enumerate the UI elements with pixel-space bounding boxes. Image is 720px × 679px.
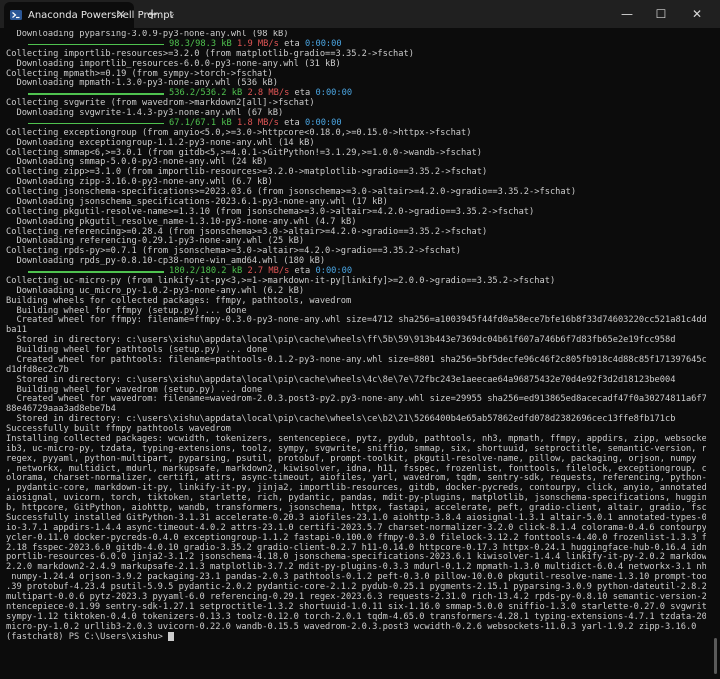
terminal-line: micro-py-1.0.2 urllib3-2.0.3 uvicorn-0.2…: [6, 621, 697, 632]
progress-speed: 2.7 MB/s: [247, 266, 290, 276]
progress-size: 180.2/180.2 kB: [169, 266, 243, 276]
scrollbar[interactable]: [713, 30, 717, 676]
progress-text: 67.1/67.1 kB 1.8 MB/s eta 0:00:00: [169, 117, 342, 129]
progress-eta: 0:00:00: [305, 117, 342, 128]
progress-text: 180.2/180.2 kB 2.7 MB/s eta 0:00:00: [169, 266, 353, 277]
progress-bar: [28, 122, 164, 125]
progress-bar: [28, 271, 164, 273]
progress-eta-label: eta: [284, 38, 300, 49]
tab-close-icon[interactable]: ✕: [114, 8, 128, 22]
progress-row: 536.2/536.2 kB 2.8 MB/s eta 0:00:00: [6, 88, 706, 99]
progress-eta-label: eta: [294, 266, 311, 276]
progress-eta: 0:00:00: [315, 88, 353, 99]
text-cursor: [168, 632, 175, 642]
terminal-window: Anaconda Powershell Prompt ✕ + ⌄ — ☐ ✕ D…: [0, 0, 720, 679]
progress-bar-fill: [28, 43, 164, 46]
terminal-line: Created wheel for pathtools: filename=pa…: [6, 354, 706, 365]
progress-bar: [28, 93, 164, 95]
progress-text: 98.3/98.3 kB 1.9 MB/s eta 0:00:00: [169, 38, 342, 50]
terminal-line: Downloading svgwrite-1.4.3-py3-none-any.…: [6, 108, 284, 118]
progress-speed: 2.8 MB/s: [247, 88, 290, 99]
progress-row: 180.2/180.2 kB 2.7 MB/s eta 0:00:00: [6, 266, 706, 277]
progress-speed: 1.8 MB/s: [237, 117, 279, 128]
scrollbar-thumb[interactable]: [714, 638, 717, 674]
progress-bar-fill: [28, 93, 164, 95]
tab-anaconda-powershell[interactable]: Anaconda Powershell Prompt ✕: [4, 2, 173, 28]
title-bar: Anaconda Powershell Prompt ✕ + ⌄ — ☐ ✕: [0, 0, 720, 28]
progress-row: 67.1/67.1 kB 1.8 MB/s eta 0:00:00: [6, 117, 706, 129]
close-button[interactable]: ✕: [680, 0, 714, 28]
terminal-line: Created wheel for ffmpy: filename=ffmpy-…: [6, 315, 706, 326]
progress-size: 98.3/98.3 kB: [169, 38, 232, 49]
progress-text: 536.2/536.2 kB 2.8 MB/s eta 0:00:00: [169, 88, 353, 99]
terminal-line: Downloading mpmath-1.3.0-py3-none-any.wh…: [6, 78, 278, 89]
progress-size: 536.2/536.2 kB: [169, 88, 243, 99]
tab-title: Anaconda Powershell Prompt: [28, 9, 174, 21]
progress-row: 98.3/98.3 kB 1.9 MB/s eta 0:00:00: [6, 38, 706, 50]
maximize-button[interactable]: ☐: [644, 0, 678, 28]
shell-prompt: (fastchat8) PS C:\Users\xishu>: [6, 632, 169, 643]
progress-eta-label: eta: [284, 117, 300, 128]
progress-bar-fill: [28, 271, 164, 273]
progress-bar-fill: [28, 122, 164, 125]
terminal-line: Downloading pyparsing-3.0.9-py3-none-any…: [6, 30, 289, 39]
terminal-line: Downloading rpds_py-0.8.10-cp38-none-win…: [6, 256, 326, 267]
terminal-output[interactable]: Downloading pyparsing-3.0.9-py3-none-any…: [6, 30, 706, 676]
prompt-line[interactable]: (fastchat8) PS C:\Users\xishu>: [6, 632, 706, 642]
progress-eta: 0:00:00: [305, 38, 342, 49]
progress-eta: 0:00:00: [315, 266, 353, 276]
powershell-icon: [10, 9, 22, 21]
progress-bar: [28, 43, 164, 46]
minimize-button[interactable]: —: [610, 0, 644, 28]
progress-eta-label: eta: [294, 88, 311, 99]
progress-speed: 1.9 MB/s: [237, 38, 279, 49]
progress-size: 67.1/67.1 kB: [169, 117, 232, 128]
